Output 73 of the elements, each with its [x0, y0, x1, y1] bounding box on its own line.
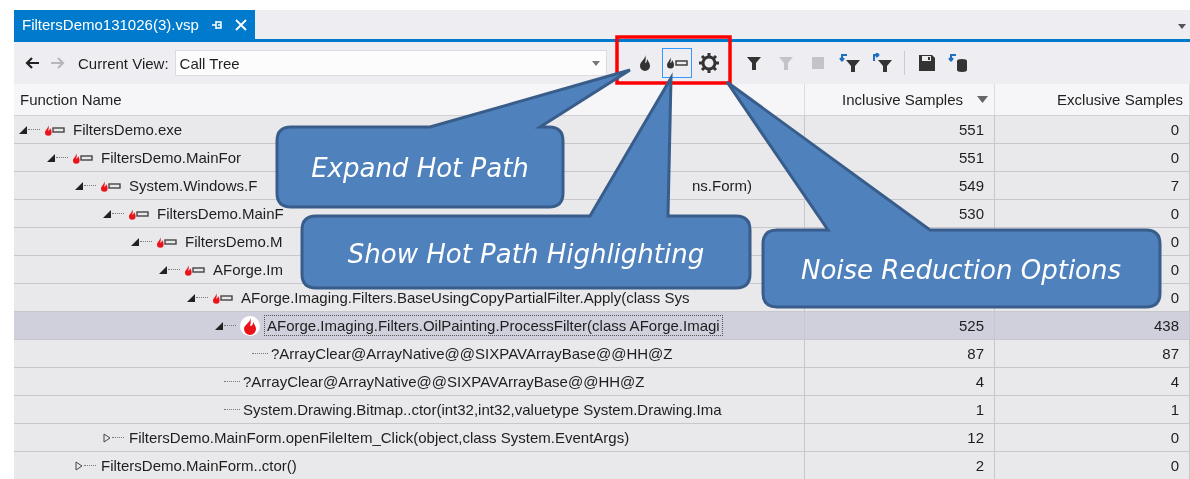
table-cell: 1 — [1170, 401, 1179, 418]
tree-row[interactable]: FiltersDemo.MainForm.openFileItem_Click(object,class System.EventArgs) 12 0 — [14, 424, 1190, 452]
save-icon — [918, 55, 935, 71]
function-name: ?ArrayClear@ArrayNative@@SIXPAVArrayBase@@HH@Z — [270, 344, 674, 364]
flame-icon — [240, 315, 260, 336]
toolbar-button[interactable] — [661, 48, 692, 78]
function-name: AForge.Imaging.Filters.BaseUsingCopyPartialFilter.Apply(class Sys — [240, 288, 691, 308]
table-cell: 0 — [1170, 457, 1179, 474]
database-arrow-icon — [947, 53, 970, 73]
caret-icon[interactable] — [591, 60, 600, 66]
tree-row[interactable]: ?ArrayClear@ArrayNative@@SIXPAVArrayBase@@HH@Z 87 87 — [14, 340, 1190, 368]
table-cell: 0 — [1170, 429, 1179, 446]
filter-arrow-icon — [870, 53, 893, 73]
function-name: AForge.Im — [212, 260, 285, 280]
table-cell: 525 — [958, 317, 984, 334]
view-label: Current View: — [78, 54, 169, 72]
table-cell: 0 — [1170, 121, 1179, 138]
table-cell: 2 — [975, 457, 984, 474]
settings-icon — [698, 53, 719, 73]
table-cell: 551 — [958, 149, 984, 166]
column-header[interactable]: Inclusive Samples — [805, 84, 995, 115]
pin-icon[interactable] — [210, 19, 223, 30]
function-name: AForge.Imaging.Filters.OilPainting.ProcessFilter(class AForge.Imagi — [264, 315, 723, 336]
table-cell: 0 — [1170, 205, 1179, 222]
function-name: FiltersDemo.MainForm..ctor() — [100, 456, 298, 476]
function-name: FiltersDemo.MainFor — [100, 148, 243, 168]
table-cell: 87 — [967, 345, 984, 362]
function-name: System.Windows.F — [128, 176, 259, 196]
tree-row[interactable]: FiltersDemo.MainForm..ctor() 2 0 — [14, 452, 1190, 479]
filter-icon — [745, 55, 762, 71]
table-cell: 12 — [967, 429, 984, 446]
table-cell: 87 — [1162, 345, 1179, 362]
expanded-triangle-icon[interactable] — [130, 237, 140, 246]
tree-row[interactable]: System.Drawing.Bitmap..ctor(int32,int32,valuetype System.Drawing.Ima 1 1 — [14, 396, 1190, 424]
document-tab[interactable]: FiltersDemo131026(3).vsp — [14, 10, 255, 39]
table-cell: 0 — [1170, 233, 1179, 250]
expanded-triangle-icon[interactable] — [46, 153, 56, 162]
function-name: FiltersDemo.exe — [72, 120, 184, 140]
sort-arrow-icon — [977, 96, 988, 103]
table-cell: 530 — [958, 205, 984, 222]
expanded-triangle-icon[interactable] — [74, 181, 84, 190]
filter-arrow-icon — [838, 53, 861, 73]
table-cell: 438 — [1153, 317, 1179, 334]
function-name: FiltersDemo.M — [184, 232, 284, 252]
flame-bar-icon — [665, 56, 688, 70]
table-cell: 4 — [1170, 373, 1179, 390]
close-icon[interactable] — [234, 18, 247, 31]
expanded-triangle-icon[interactable] — [158, 265, 168, 274]
expanded-triangle-icon[interactable] — [18, 125, 28, 134]
collapsed-triangle-icon[interactable] — [102, 432, 112, 443]
tree-row[interactable]: ?ArrayClear@ArrayNative@@SIXPAVArrayBase@@HH@Z 4 4 — [14, 368, 1190, 396]
table-cell: 4 — [975, 373, 984, 390]
stop-icon — [811, 57, 824, 69]
table-cell: 0 — [1170, 149, 1179, 166]
column-header[interactable]: Exclusive Samples — [995, 84, 1190, 115]
function-name: FiltersDemo.MainForm.openFileItem_Click(object,class System.EventArgs) — [128, 428, 631, 448]
tree-row[interactable]: AForge.Imaging.Filters.OilPainting.ProcessFilter(class AForge.Imagi 525 438 — [14, 312, 1190, 340]
table-cell: 0 — [1170, 261, 1179, 278]
table-cell: 1 — [975, 401, 984, 418]
expanded-triangle-icon[interactable] — [214, 321, 224, 330]
collapsed-triangle-icon[interactable] — [74, 460, 84, 471]
expanded-triangle-icon[interactable] — [102, 209, 112, 218]
table-cell: 551 — [958, 121, 984, 138]
back-arrow-icon[interactable] — [24, 56, 40, 70]
function-name: System.Drawing.Bitmap..ctor(int32,int32,valuetype System.Drawing.Ima — [242, 400, 723, 420]
table-cell: 7 — [1170, 177, 1179, 194]
expanded-triangle-icon[interactable] — [186, 293, 196, 302]
caret-icon[interactable] — [1178, 24, 1186, 29]
filter-icon — [777, 55, 794, 71]
table-cell: 0 — [1170, 289, 1179, 306]
table-cell: 549 — [958, 177, 984, 194]
view-dropdown[interactable]: Call Tree — [174, 50, 607, 76]
function-name: ?ArrayClear@ArrayNative@@SIXPAVArrayBase@@HH@Z — [242, 372, 646, 392]
